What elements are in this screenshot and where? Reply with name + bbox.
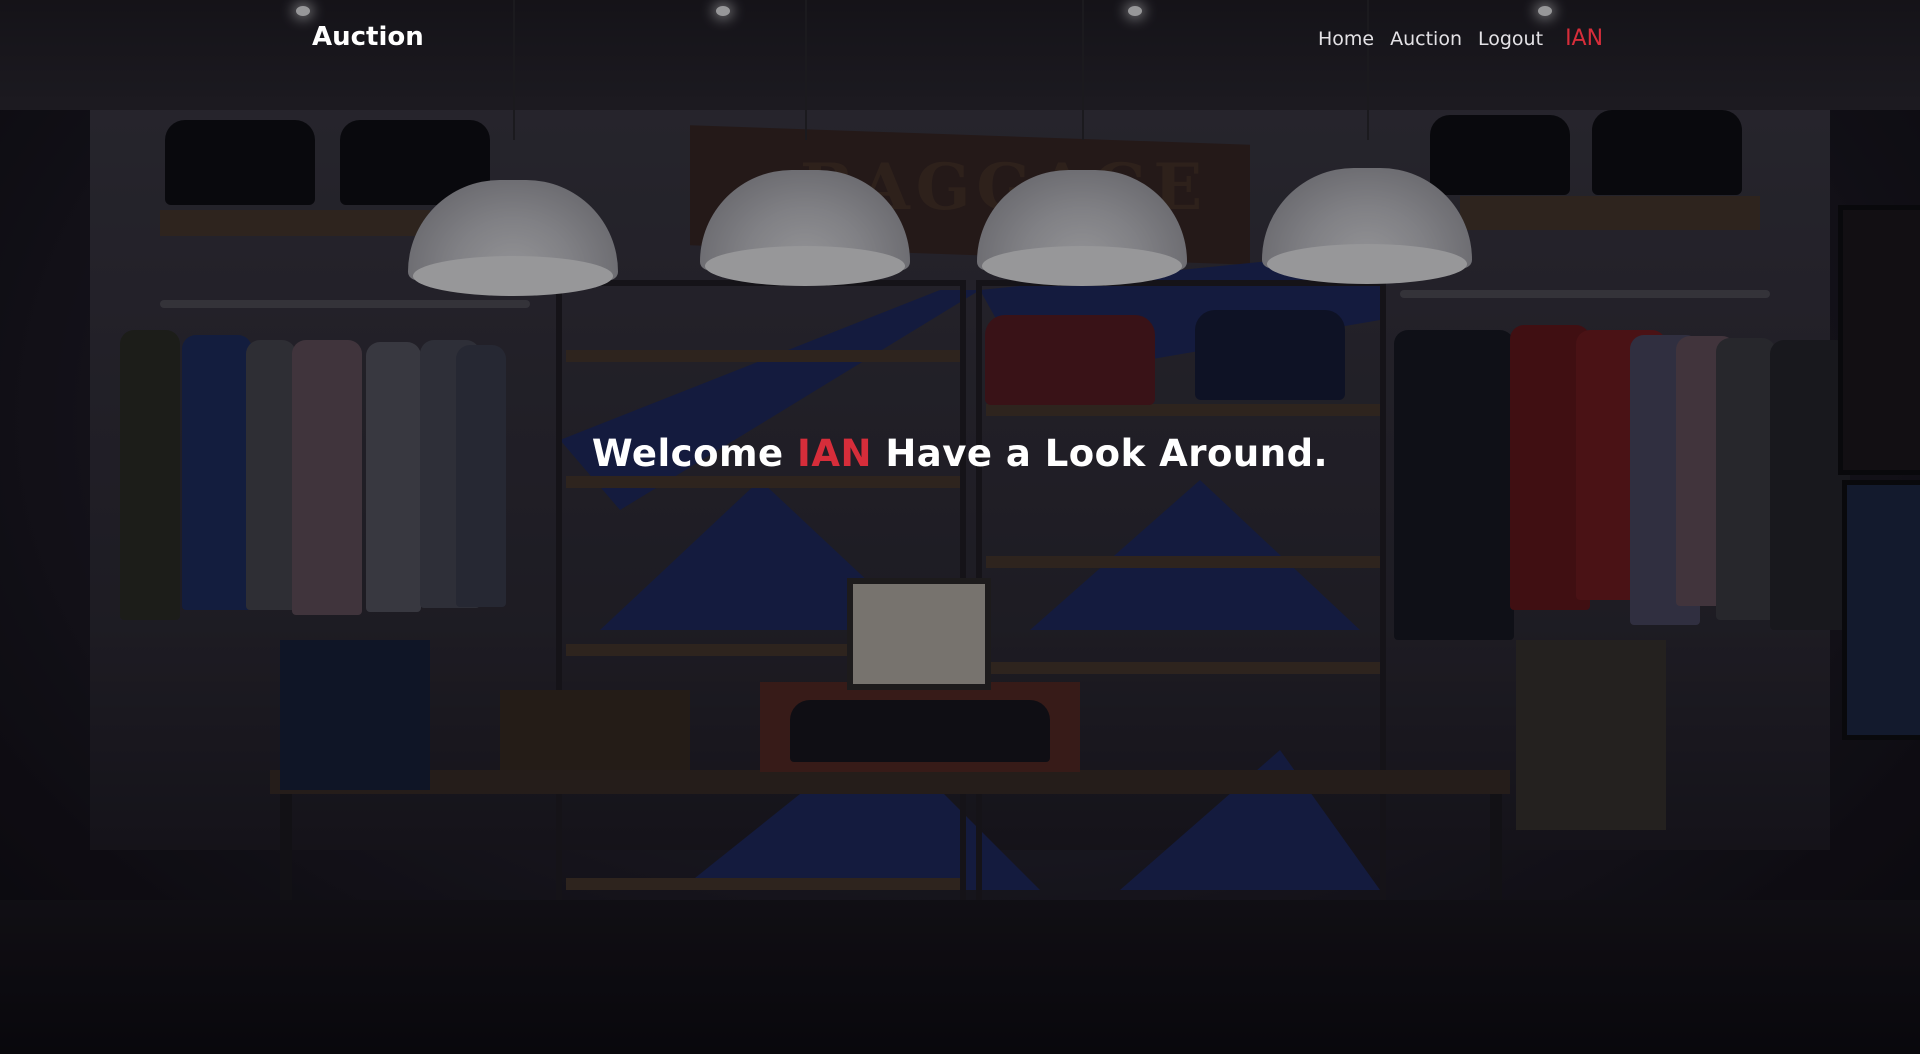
nav-auction-link[interactable]: Auction — [1390, 28, 1462, 50]
welcome-prefix: Welcome — [591, 432, 784, 475]
nav-logout-link[interactable]: Logout — [1478, 28, 1543, 50]
nav-username: IAN — [1565, 26, 1604, 51]
brand-logo[interactable]: Auction — [312, 22, 424, 52]
welcome-suffix: Have a Look Around. — [885, 432, 1329, 475]
dark-overlay — [0, 0, 1920, 1054]
welcome-heading: Welcome IAN Have a Look Around. — [0, 432, 1920, 475]
nav-home-link[interactable]: Home — [1318, 28, 1374, 50]
hero-section: BAGGAGE Auction Home Auction Logout IAN … — [0, 0, 1920, 1054]
welcome-username: IAN — [797, 432, 872, 475]
main-nav: Home Auction Logout IAN — [1318, 26, 1603, 51]
